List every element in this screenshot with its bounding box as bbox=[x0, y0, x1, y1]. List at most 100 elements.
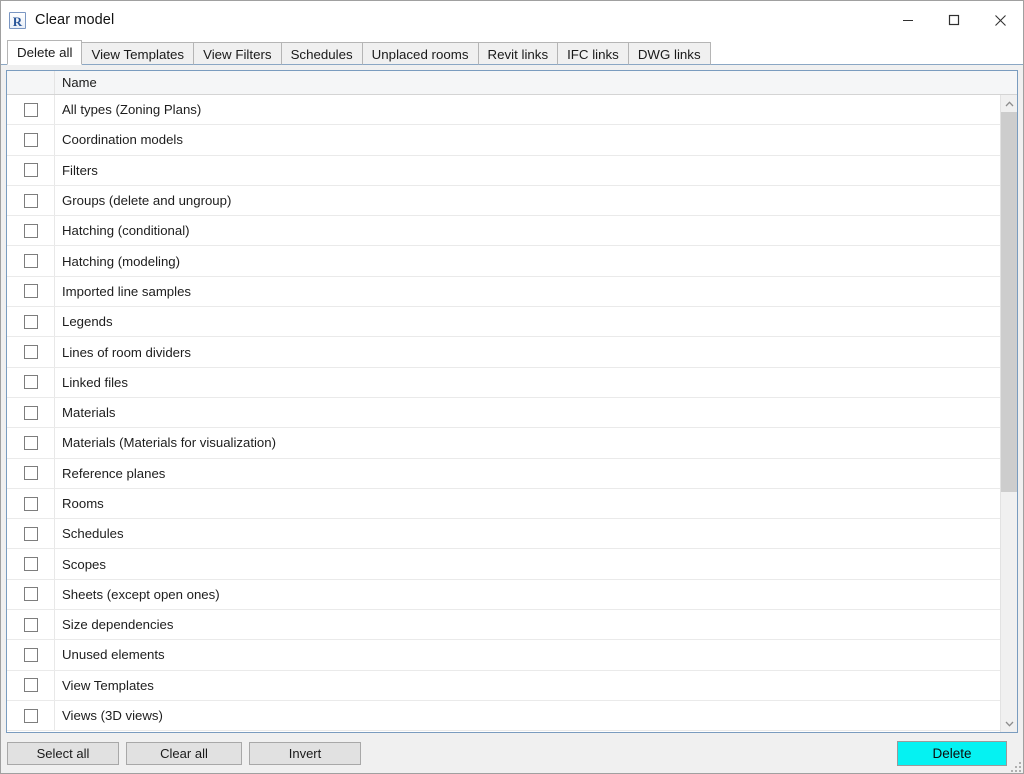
row-checkbox-cell[interactable] bbox=[7, 428, 55, 458]
table-row[interactable]: All types (Zoning Plans) bbox=[7, 95, 1000, 126]
row-checkbox-cell[interactable] bbox=[7, 95, 55, 125]
invert-button[interactable]: Invert bbox=[249, 741, 361, 765]
table-row[interactable]: Linked files bbox=[7, 367, 1000, 398]
table-row[interactable]: Unused elements bbox=[7, 640, 1000, 671]
tab-dwg-links[interactable]: DWG links bbox=[627, 42, 711, 65]
title-bar: R Clear model bbox=[1, 1, 1023, 39]
close-button[interactable] bbox=[977, 1, 1023, 39]
table-row[interactable]: Size dependencies bbox=[7, 610, 1000, 641]
minimize-button[interactable] bbox=[885, 1, 931, 39]
table-row[interactable]: Schedules bbox=[7, 519, 1000, 550]
table-row[interactable]: Rooms bbox=[7, 488, 1000, 520]
row-checkbox[interactable] bbox=[23, 466, 38, 481]
tab-strip: Delete all View Templates View Filters Sche… bbox=[1, 39, 1023, 65]
delete-button[interactable]: Delete bbox=[897, 740, 1007, 766]
row-name-label: Reference planes bbox=[62, 465, 166, 481]
table-row[interactable]: Sheets (except open ones) bbox=[7, 579, 1000, 611]
tab-view-filters[interactable]: View Filters bbox=[193, 42, 282, 65]
row-checkbox-cell[interactable] bbox=[7, 700, 55, 731]
row-checkbox[interactable] bbox=[23, 405, 38, 420]
row-checkbox-cell[interactable] bbox=[7, 519, 55, 549]
row-checkbox-cell[interactable] bbox=[7, 549, 55, 579]
row-checkbox-cell[interactable] bbox=[7, 155, 55, 185]
row-checkbox[interactable] bbox=[23, 557, 38, 572]
table-row[interactable]: Groups (delete and ungroup) bbox=[7, 185, 1000, 217]
table-row[interactable]: Hatching (modeling) bbox=[7, 246, 1000, 277]
scrollbar-track[interactable] bbox=[1001, 112, 1017, 715]
row-checkbox[interactable] bbox=[23, 345, 38, 360]
row-checkbox[interactable] bbox=[23, 587, 38, 602]
table-row[interactable]: Scopes bbox=[7, 549, 1000, 580]
table-row[interactable]: Materials (Materials for visualization) bbox=[7, 428, 1000, 459]
row-checkbox-cell[interactable] bbox=[7, 185, 55, 216]
row-checkbox[interactable] bbox=[23, 254, 38, 269]
tab-delete-all[interactable]: Delete all bbox=[7, 40, 83, 65]
scrollbar-thumb[interactable] bbox=[1001, 112, 1017, 492]
row-name-label: Groups (delete and ungroup) bbox=[62, 193, 232, 209]
resize-grip[interactable] bbox=[1008, 759, 1021, 772]
vertical-scrollbar[interactable] bbox=[1000, 95, 1017, 732]
row-checkbox-cell[interactable] bbox=[7, 488, 55, 519]
scroll-up-button[interactable] bbox=[1001, 95, 1017, 112]
row-name-label: Schedules bbox=[62, 526, 124, 542]
row-checkbox[interactable] bbox=[23, 647, 38, 662]
table-row[interactable]: View Templates bbox=[7, 670, 1000, 701]
row-checkbox-cell[interactable] bbox=[7, 579, 55, 610]
row-checkbox-cell[interactable] bbox=[7, 276, 55, 307]
revit-r-icon: R bbox=[9, 11, 26, 29]
table-row[interactable]: Views (3D views) bbox=[7, 700, 1000, 732]
scroll-down-button[interactable] bbox=[1001, 715, 1017, 732]
tab-schedules[interactable]: Schedules bbox=[280, 42, 363, 65]
table-row[interactable]: Lines of room dividers bbox=[7, 337, 1000, 368]
row-checkbox-cell[interactable] bbox=[7, 610, 55, 640]
row-name-label: Rooms bbox=[62, 496, 104, 511]
table-row[interactable]: Filters bbox=[7, 155, 1000, 186]
maximize-button[interactable] bbox=[931, 1, 977, 39]
tab-ifc-links[interactable]: IFC links bbox=[557, 42, 629, 65]
row-checkbox[interactable] bbox=[23, 375, 38, 390]
table-row[interactable]: Legends bbox=[7, 307, 1000, 338]
select-all-button[interactable]: Select all bbox=[7, 741, 119, 765]
row-checkbox[interactable] bbox=[23, 526, 38, 541]
grid-scroll-area: All types (Zoning Plans) Coordination mod… bbox=[7, 95, 1017, 732]
row-checkbox-cell[interactable] bbox=[7, 337, 55, 367]
tab-unplaced-rooms[interactable]: Unplaced rooms bbox=[361, 42, 479, 65]
row-checkbox[interactable] bbox=[23, 435, 38, 450]
table-row[interactable]: Reference planes bbox=[7, 458, 1000, 489]
row-checkbox-cell[interactable] bbox=[7, 216, 55, 246]
clear-all-button[interactable]: Clear all bbox=[126, 741, 242, 765]
row-checkbox[interactable] bbox=[23, 102, 38, 117]
row-checkbox-cell[interactable] bbox=[7, 397, 55, 428]
grid-rows: All types (Zoning Plans) Coordination mod… bbox=[7, 95, 1000, 732]
revit-r-icon-letter: R bbox=[9, 11, 26, 29]
tab-view-templates[interactable]: View Templates bbox=[81, 42, 195, 65]
items-grid: Name All types (Zoning Plans) Coordinatio… bbox=[6, 70, 1018, 733]
row-checkbox[interactable] bbox=[23, 193, 38, 208]
row-checkbox[interactable] bbox=[23, 617, 38, 632]
table-row[interactable]: Materials bbox=[7, 397, 1000, 429]
row-name-label: Hatching (modeling) bbox=[62, 253, 181, 269]
grid-header-row: Name bbox=[7, 71, 1017, 95]
row-checkbox[interactable] bbox=[23, 223, 38, 238]
row-checkbox[interactable] bbox=[23, 284, 38, 299]
row-checkbox-cell[interactable] bbox=[7, 458, 55, 488]
window-title: Clear model bbox=[35, 12, 115, 28]
row-checkbox-cell[interactable] bbox=[7, 670, 55, 700]
row-name-label: Views (3D views) bbox=[62, 708, 163, 724]
row-checkbox-cell[interactable] bbox=[7, 125, 55, 155]
row-checkbox[interactable] bbox=[23, 314, 38, 329]
row-checkbox[interactable] bbox=[23, 708, 38, 723]
row-checkbox-cell[interactable] bbox=[7, 640, 55, 670]
table-row[interactable]: Coordination models bbox=[7, 125, 1000, 156]
table-row[interactable]: Hatching (conditional) bbox=[7, 216, 1000, 247]
row-checkbox[interactable] bbox=[23, 678, 38, 693]
row-checkbox[interactable] bbox=[23, 163, 38, 178]
table-row[interactable]: Imported line samples bbox=[7, 276, 1000, 308]
row-checkbox[interactable] bbox=[23, 132, 38, 147]
row-checkbox-cell[interactable] bbox=[7, 307, 55, 337]
tab-revit-links[interactable]: Revit links bbox=[477, 42, 559, 65]
row-checkbox-cell[interactable] bbox=[7, 246, 55, 276]
row-checkbox-cell[interactable] bbox=[7, 367, 55, 397]
row-checkbox[interactable] bbox=[23, 496, 38, 511]
window-controls bbox=[885, 1, 1023, 39]
